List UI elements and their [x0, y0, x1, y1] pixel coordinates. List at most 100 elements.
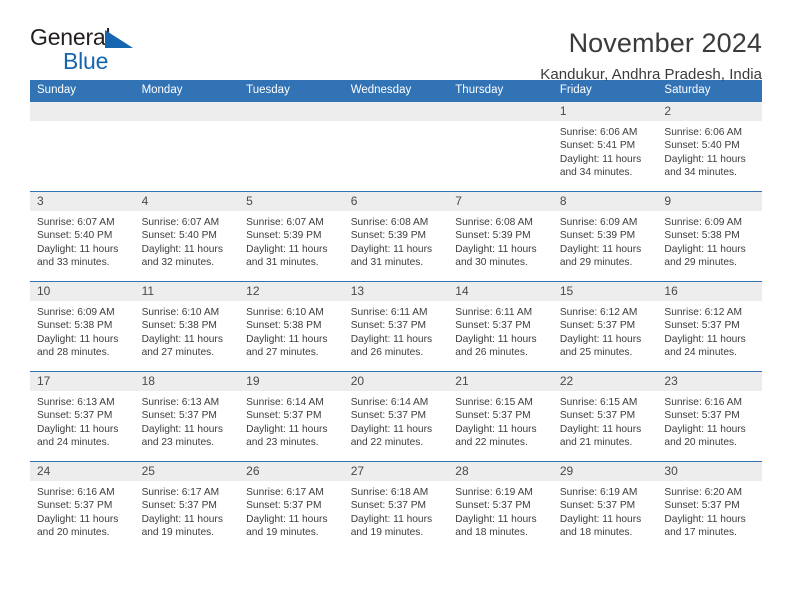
- day-number-band: 11: [134, 282, 240, 301]
- sunrise-text: Sunrise: 6:12 AM: [559, 307, 638, 318]
- day-number-band: 6: [343, 192, 449, 211]
- sunrise-text: Sunrise: 6:18 AM: [350, 487, 429, 498]
- calendar-day-cell[interactable]: 6 Sunrise: 6:08 AM Sunset: 5:39 PM Daylight…: [343, 191, 449, 281]
- calendar-day-cell[interactable]: 3 Sunrise: 6:07 AM Sunset: 5:40 PM Daylight…: [30, 191, 135, 281]
- daylight-text-line2: and 23 minutes.: [246, 436, 319, 448]
- day-number-band: 30: [657, 462, 762, 481]
- brand-name-general: General: [30, 24, 111, 50]
- calendar-day-cell[interactable]: 21 Sunrise: 6:15 AM Sunset: 5:37 PM Dayligh…: [448, 371, 553, 461]
- sunset-text: Sunset: 5:37 PM: [455, 500, 531, 512]
- sunrise-text: Sunrise: 6:09 AM: [37, 307, 115, 318]
- calendar-day-cell[interactable]: 2 Sunrise: 6:06 AM Sunset: 5:40 PM Daylight…: [657, 101, 762, 191]
- sunrise-text: Sunrise: 6:09 AM: [559, 217, 638, 228]
- calendar-day-cell[interactable]: 16 Sunrise: 6:12 AM Sunset: 5:37 PM Dayligh…: [657, 281, 762, 371]
- day-details: Sunrise: 6:10 AM Sunset: 5:38 PM Daylight:…: [135, 301, 240, 359]
- calendar-day-cell[interactable]: 26 Sunrise: 6:17 AM Sunset: 5:37 PM Dayligh…: [239, 461, 344, 551]
- calendar-day-cell[interactable]: 15 Sunrise: 6:12 AM Sunset: 5:37 PM Dayligh…: [552, 281, 658, 371]
- daylight-text-line1: Daylight: 11 hours: [246, 333, 328, 345]
- day-number: 13: [350, 284, 365, 298]
- daylight-text-line2: and 20 minutes.: [664, 436, 737, 448]
- calendar-day-cell[interactable]: 27 Sunrise: 6:18 AM Sunset: 5:37 PM Dayligh…: [343, 461, 449, 551]
- day-details: Sunrise: 6:14 AM Sunset: 5:37 PM Daylight:…: [344, 391, 449, 449]
- calendar-day-cell[interactable]: 25 Sunrise: 6:17 AM Sunset: 5:37 PM Dayligh…: [134, 461, 240, 551]
- day-number: 20: [350, 374, 365, 388]
- day-details: Sunrise: 6:19 AM Sunset: 5:37 PM Daylight:…: [553, 481, 658, 539]
- sunset-text: Sunset: 5:40 PM: [664, 140, 740, 152]
- calendar-day-cell[interactable]: 11 Sunrise: 6:10 AM Sunset: 5:38 PM Dayligh…: [134, 281, 240, 371]
- calendar-day-cell[interactable]: 7 Sunrise: 6:08 AM Sunset: 5:39 PM Daylight…: [448, 191, 553, 281]
- day-details: Sunrise: 6:06 AM Sunset: 5:40 PM Daylight:…: [657, 121, 762, 179]
- daylight-text-line2: and 21 minutes.: [559, 436, 633, 448]
- day-details: Sunrise: 6:11 AM Sunset: 5:37 PM Daylight:…: [448, 301, 553, 359]
- calendar-day-cell[interactable]: 4 Sunrise: 6:07 AM Sunset: 5:40 PM Daylight…: [134, 191, 240, 281]
- weekday-header-monday: Monday: [141, 84, 183, 96]
- day-number: 18: [141, 374, 155, 388]
- sunset-text: Sunset: 5:37 PM: [141, 410, 217, 422]
- day-number: 19: [246, 374, 260, 388]
- day-details: Sunrise: 6:12 AM Sunset: 5:37 PM Daylight:…: [553, 301, 658, 359]
- calendar-day-cell[interactable]: 17 Sunrise: 6:13 AM Sunset: 5:37 PM Dayligh…: [30, 371, 135, 461]
- sunrise-text: Sunrise: 6:16 AM: [37, 487, 115, 498]
- calendar-day-cell[interactable]: 10 Sunrise: 6:09 AM Sunset: 5:38 PM Dayligh…: [30, 281, 135, 371]
- calendar-day-cell[interactable]: 12 Sunrise: 6:10 AM Sunset: 5:38 PM Dayligh…: [239, 281, 344, 371]
- calendar-day-cell[interactable]: 29 Sunrise: 6:19 AM Sunset: 5:37 PM Dayligh…: [552, 461, 658, 551]
- day-details: Sunrise: 6:13 AM Sunset: 5:37 PM Daylight:…: [135, 391, 240, 449]
- calendar-day-cell[interactable]: 1 Sunrise: 6:06 AM Sunset: 5:41 PM Daylight…: [552, 101, 658, 191]
- calendar-day-cell[interactable]: 18 Sunrise: 6:13 AM Sunset: 5:37 PM Dayligh…: [134, 371, 240, 461]
- calendar-day-cell[interactable]: 30 Sunrise: 6:20 AM Sunset: 5:37 PM Dayligh…: [657, 461, 762, 551]
- calendar-day-cell[interactable]: 14 Sunrise: 6:11 AM Sunset: 5:37 PM Dayligh…: [448, 281, 553, 371]
- calendar-day-cell[interactable]: 23 Sunrise: 6:16 AM Sunset: 5:37 PM Dayligh…: [657, 371, 762, 461]
- sunrise-text: Sunrise: 6:10 AM: [246, 307, 324, 318]
- weekday-header-thursday: Thursday: [455, 84, 504, 96]
- daylight-text-line2: and 18 minutes.: [559, 526, 633, 538]
- day-number-band: 7: [448, 192, 553, 211]
- calendar-day-cell[interactable]: 9 Sunrise: 6:09 AM Sunset: 5:38 PM Daylight…: [657, 191, 762, 281]
- daylight-text-line1: Daylight: 11 hours: [664, 243, 746, 255]
- calendar-day-cell-empty: [239, 101, 344, 191]
- day-number: 3: [37, 194, 44, 208]
- sunrise-text: Sunrise: 6:19 AM: [559, 487, 638, 498]
- weekday-header-wednesday: Wednesday: [350, 84, 412, 96]
- calendar-day-cell[interactable]: 22 Sunrise: 6:15 AM Sunset: 5:37 PM Dayligh…: [552, 371, 658, 461]
- daylight-text-line1: Daylight: 11 hours: [350, 243, 433, 255]
- calendar-day-cell[interactable]: 13 Sunrise: 6:11 AM Sunset: 5:37 PM Dayligh…: [343, 281, 449, 371]
- day-details: Sunrise: 6:08 AM Sunset: 5:39 PM Daylight:…: [344, 211, 449, 269]
- sunrise-text: Sunrise: 6:13 AM: [37, 397, 115, 408]
- day-number: 16: [664, 284, 678, 298]
- daylight-text-line2: and 22 minutes.: [350, 436, 424, 448]
- calendar-day-cell[interactable]: 28 Sunrise: 6:19 AM Sunset: 5:37 PM Dayligh…: [448, 461, 553, 551]
- daylight-text-line1: Daylight: 11 hours: [141, 333, 223, 345]
- sunset-text: Sunset: 5:37 PM: [246, 500, 322, 512]
- calendar-day-cell[interactable]: 5 Sunrise: 6:07 AM Sunset: 5:39 PM Daylight…: [239, 191, 344, 281]
- day-number: 11: [141, 284, 155, 298]
- day-number-band: 27: [343, 462, 449, 481]
- day-details: Sunrise: 6:07 AM Sunset: 5:40 PM Daylight:…: [30, 211, 135, 269]
- calendar-day-cell[interactable]: 8 Sunrise: 6:09 AM Sunset: 5:39 PM Daylight…: [552, 191, 658, 281]
- sunrise-text: Sunrise: 6:15 AM: [559, 397, 638, 408]
- day-number-band: 8: [552, 192, 658, 211]
- daylight-text-line2: and 34 minutes.: [664, 166, 737, 178]
- calendar-day-cell[interactable]: 20 Sunrise: 6:14 AM Sunset: 5:37 PM Dayligh…: [343, 371, 449, 461]
- calendar-week-row: 17 Sunrise: 6:13 AM Sunset: 5:37 PM Dayligh…: [30, 371, 762, 461]
- calendar-week-row: 24 Sunrise: 6:16 AM Sunset: 5:37 PM Dayligh…: [30, 461, 762, 551]
- daylight-text-line2: and 29 minutes.: [559, 256, 633, 268]
- day-number-band: 15: [552, 282, 658, 301]
- calendar-day-cell[interactable]: 19 Sunrise: 6:14 AM Sunset: 5:37 PM Dayligh…: [239, 371, 344, 461]
- calendar-day-cell[interactable]: 24 Sunrise: 6:16 AM Sunset: 5:37 PM Dayligh…: [30, 461, 135, 551]
- day-details: Sunrise: 6:16 AM Sunset: 5:37 PM Daylight:…: [657, 391, 762, 449]
- sunrise-text: Sunrise: 6:08 AM: [455, 217, 533, 228]
- day-details: Sunrise: 6:12 AM Sunset: 5:37 PM Daylight:…: [657, 301, 762, 359]
- day-number-band: 20: [343, 372, 449, 391]
- day-number: 1: [559, 104, 567, 118]
- sunrise-text: Sunrise: 6:16 AM: [664, 397, 743, 408]
- daylight-text-line2: and 24 minutes.: [37, 436, 110, 448]
- daylight-text-line2: and 20 minutes.: [37, 526, 110, 538]
- sunrise-text: Sunrise: 6:12 AM: [664, 307, 743, 318]
- sunrise-text: Sunrise: 6:06 AM: [664, 127, 743, 138]
- day-details: Sunrise: 6:17 AM Sunset: 5:37 PM Daylight:…: [239, 481, 344, 539]
- sunrise-text: Sunrise: 6:10 AM: [141, 307, 220, 318]
- daylight-text-line1: Daylight: 11 hours: [37, 423, 119, 435]
- sunrise-text: Sunrise: 6:14 AM: [246, 397, 324, 408]
- brand-logo[interactable]: General Blue: [30, 26, 150, 78]
- day-number-band: 4: [134, 192, 240, 211]
